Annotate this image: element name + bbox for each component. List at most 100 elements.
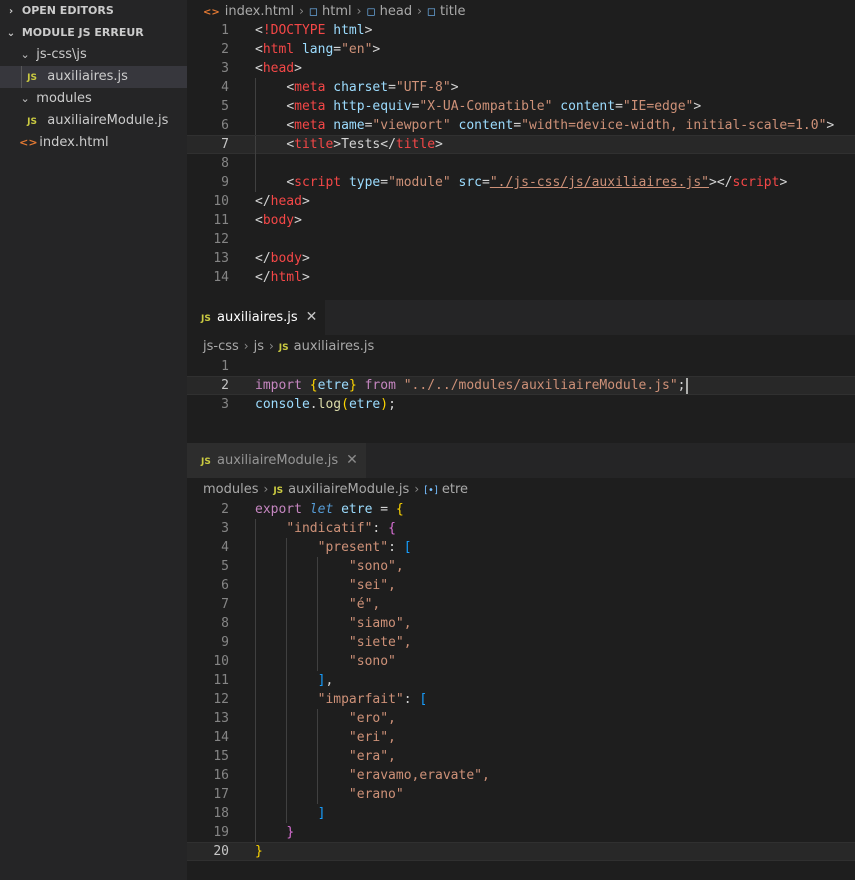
line-number: 19 [213,825,229,840]
code-line: 9 "siete", [187,633,855,652]
breadcrumb-item[interactable]: modules [203,482,259,497]
js-file-icon: JS [201,314,211,324]
line-number: 11 [213,213,229,228]
line-number: 5 [221,99,229,114]
editor-group-auxiliaires: JS auxiliaires.js ✕ js-css › js › JS auxiliaire… [187,300,855,443]
line-number: 11 [213,673,229,688]
element-icon: ◻ [366,5,376,18]
line-number: 7 [221,137,229,152]
project-header[interactable]: ⌄ MODULE JS ERREUR [0,22,187,44]
breadcrumb: modules › JS auxiliaireModule.js › [•] etre [187,478,468,500]
js-file-icon: JS [201,457,211,467]
line-number: 12 [213,692,229,707]
variable-icon: [•] [424,485,438,496]
line-number: 8 [221,156,229,171]
code-line-current: 2 import {etre} from "../../modules/auxil… [187,376,855,395]
breadcrumb-item[interactable]: html [322,4,352,19]
line-number: 9 [221,175,229,190]
explorer-sidebar: › OPEN EDITORS ⌄ MODULE JS ERREUR ⌄ js-c… [0,0,187,880]
code-line: 6 <meta name="viewport" content="width=d… [187,116,855,135]
editor-group-auxiliairemodule: JS auxiliaireModule.js ✕ modules › JS auxilia… [187,443,855,880]
html-file-icon: <> [19,136,38,149]
code-area[interactable]: 2 export let etre = { 3 "indicatif": { 4 … [187,500,855,861]
line-number: 7 [221,597,229,612]
line-number: 17 [213,787,229,802]
chevron-right-icon: › [414,482,420,496]
breadcrumb-item[interactable]: etre [442,482,468,497]
breadcrumb-item[interactable]: title [440,4,465,19]
code-line: 5 "sono", [187,557,855,576]
open-editors-label: OPEN EDITORS [21,4,114,17]
line-number: 2 [221,502,229,517]
editor-group-index: <> index.html › ◻ html › ◻ head › ◻ title 1 <!DOCTY… [187,0,855,300]
breadcrumb-item[interactable]: index.html [225,4,294,19]
file-label: auxiliaireModule.js [47,113,169,128]
tree-folder-modules[interactable]: ⌄ modules [0,88,187,110]
project-label: MODULE JS ERREUR [21,26,144,39]
tab-label: auxiliaireModule.js [217,453,339,468]
code-line: 5 <meta http-equiv="X-UA-Compatible" con… [187,97,855,116]
code-line: 18 ] [187,804,855,823]
code-line: 4 "present": [ [187,538,855,557]
code-line: 19 } [187,823,855,842]
line-number: 4 [221,540,229,555]
line-number: 14 [213,730,229,745]
code-line: 12 [187,230,855,249]
line-number: 2 [221,42,229,57]
tree-file-auxiliaires[interactable]: JS auxiliaires.js [0,66,187,88]
tab-label: auxiliaires.js [217,310,298,325]
js-file-icon: JS [278,343,289,353]
chevron-right-icon: › [8,6,14,17]
folder-label: js-css\js [36,47,87,62]
line-number: 5 [221,559,229,574]
chevron-right-icon: › [268,339,274,353]
code-line: 4 <meta charset="UTF-8"> [187,78,855,97]
code-area[interactable]: 1 2 import {etre} from "../../modules/aux… [187,357,855,414]
tab-auxiliaires[interactable]: JS auxiliaires.js ✕ [187,300,326,335]
line-number: 9 [221,635,229,650]
chevron-right-icon: › [417,4,422,18]
code-line: 16 "eravamo,eravate", [187,766,855,785]
tree-folder-jscss[interactable]: ⌄ js-css\js [0,44,187,66]
line-number: 1 [221,23,229,38]
breadcrumb-item[interactable]: js-css [203,339,239,354]
line-number: 13 [213,711,229,726]
folder-label: modules [36,91,92,106]
code-line-current: 20} [187,842,855,861]
line-number: 6 [221,578,229,593]
code-line: 10 </head> [187,192,855,211]
code-line-current: 7 <title>Tests</title> [187,135,855,155]
close-icon[interactable]: ✕ [346,443,358,478]
line-number: 10 [213,194,229,209]
code-line: 3 console.log(etre); [187,395,855,414]
breadcrumb-item[interactable]: auxiliaires.js [294,339,375,354]
code-line: 3 <head> [187,59,855,78]
indent-guide [21,66,22,88]
line-number: 15 [213,749,229,764]
tab-auxiliairemodule[interactable]: JS auxiliaireModule.js ✕ [187,443,366,478]
code-line: 6 "sei", [187,576,855,595]
tree-file-auxiliairemodule[interactable]: JS auxiliaireModule.js [0,110,187,132]
line-number: 20 [213,844,229,859]
element-icon: ◻ [308,5,319,18]
close-icon[interactable]: ✕ [306,300,318,335]
code-area[interactable]: 1 <!DOCTYPE html> 2 <html lang="en"> 3 <hea… [187,21,855,287]
code-line: 14 </html> [187,268,855,287]
breadcrumb-item[interactable]: js [254,339,264,354]
chevron-right-icon: › [299,4,304,18]
code-line: 1 <!DOCTYPE html> [187,21,855,40]
tree-file-index[interactable]: <> index.html [0,132,187,154]
file-label: index.html [39,135,109,150]
breadcrumb-item[interactable]: auxiliaireModule.js [288,482,409,497]
line-number: 12 [213,232,229,247]
breadcrumb-item[interactable]: head [380,4,412,19]
code-line: 8 "siamo", [187,614,855,633]
code-line: 14 "eri", [187,728,855,747]
code-line: 8 [187,154,855,173]
js-file-icon: JS [27,73,37,83]
line-number: 2 [221,378,229,393]
chevron-right-icon: › [243,339,249,353]
open-editors-header[interactable]: › OPEN EDITORS [0,0,187,22]
chevron-down-icon: ⌄ [6,28,16,39]
html-file-icon: <> [203,7,220,18]
